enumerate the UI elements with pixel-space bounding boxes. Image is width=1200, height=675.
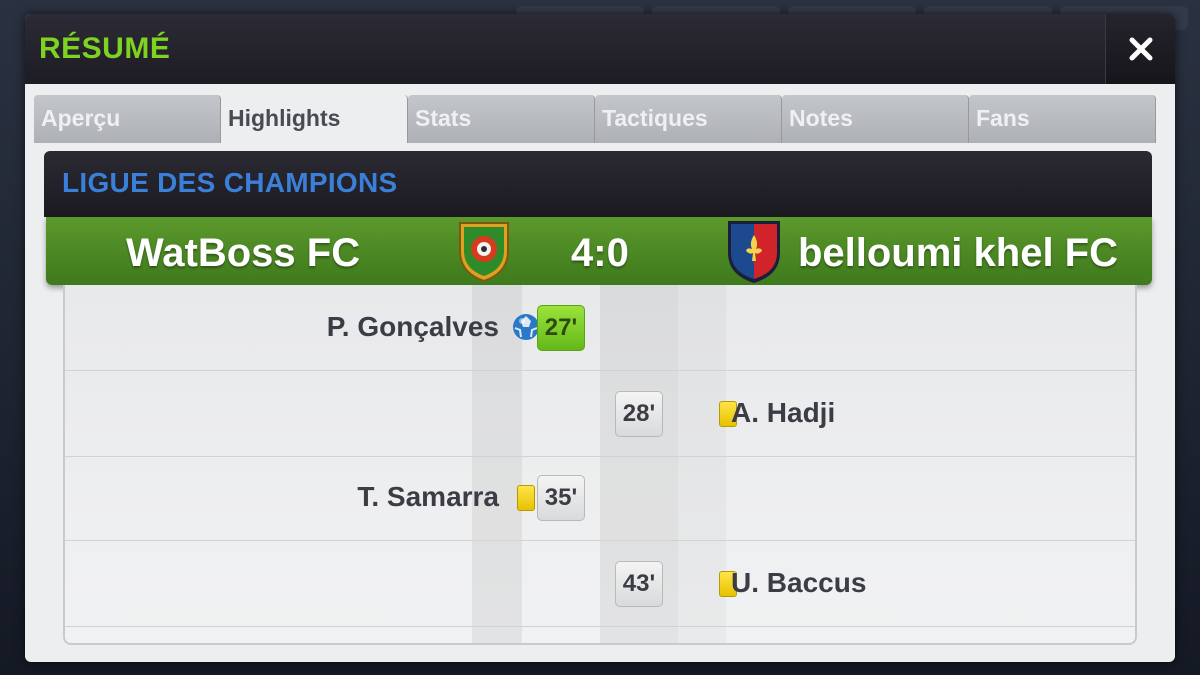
home-team-name: WatBoss FC xyxy=(126,231,361,275)
home-crest-icon xyxy=(459,222,509,283)
away-crest-icon xyxy=(728,221,780,283)
event-player: P. Gonçalves xyxy=(326,311,499,342)
event-minute: 28' xyxy=(615,391,663,437)
close-icon xyxy=(1129,37,1152,61)
competition-name: LIGUE DES CHAMPIONS xyxy=(62,167,398,198)
tab-apercu[interactable]: Aperçu xyxy=(34,95,221,143)
modal-title: RÉSUMÉ xyxy=(39,32,171,65)
event-minute: 27' xyxy=(537,305,585,351)
event-row: T. Samarra 35' xyxy=(65,455,1135,541)
close-button[interactable] xyxy=(1105,14,1175,84)
event-player: U. Baccus xyxy=(731,567,867,598)
event-row: 28' A. Hadji xyxy=(65,371,1135,457)
scoreboard: WatBoss FC 4:0 belloumi khel FC xyxy=(46,217,1152,285)
match-summary-modal: RÉSUMÉ Aperçu Highlights Stats Tactiques… xyxy=(25,14,1175,662)
tab-bar: Aperçu Highlights Stats Tactiques Notes … xyxy=(34,95,1158,143)
tab-notes[interactable]: Notes xyxy=(782,95,969,143)
tab-highlights[interactable]: Highlights xyxy=(221,95,408,143)
match-score: 4:0 xyxy=(571,231,629,275)
tab-tactiques[interactable]: Tactiques xyxy=(595,95,782,143)
tab-fans[interactable]: Fans xyxy=(969,95,1156,143)
tab-stats[interactable]: Stats xyxy=(408,95,595,143)
competition-header: LIGUE DES CHAMPIONS xyxy=(44,151,1152,217)
event-minute: 43' xyxy=(615,561,663,607)
event-player: A. Hadji xyxy=(731,397,836,428)
highlights-timeline: P. Gonçalves 27' 28' A. Hadji T. Samarra… xyxy=(63,285,1137,645)
yellow-card-icon xyxy=(517,485,535,511)
event-row: P. Gonçalves 27' xyxy=(65,285,1135,371)
event-row: 43' U. Baccus xyxy=(65,541,1135,627)
modal-header: RÉSUMÉ xyxy=(25,14,1175,84)
event-minute: 35' xyxy=(537,475,585,521)
event-player: T. Samarra xyxy=(357,481,499,512)
away-team-name: belloumi khel FC xyxy=(797,231,1118,275)
